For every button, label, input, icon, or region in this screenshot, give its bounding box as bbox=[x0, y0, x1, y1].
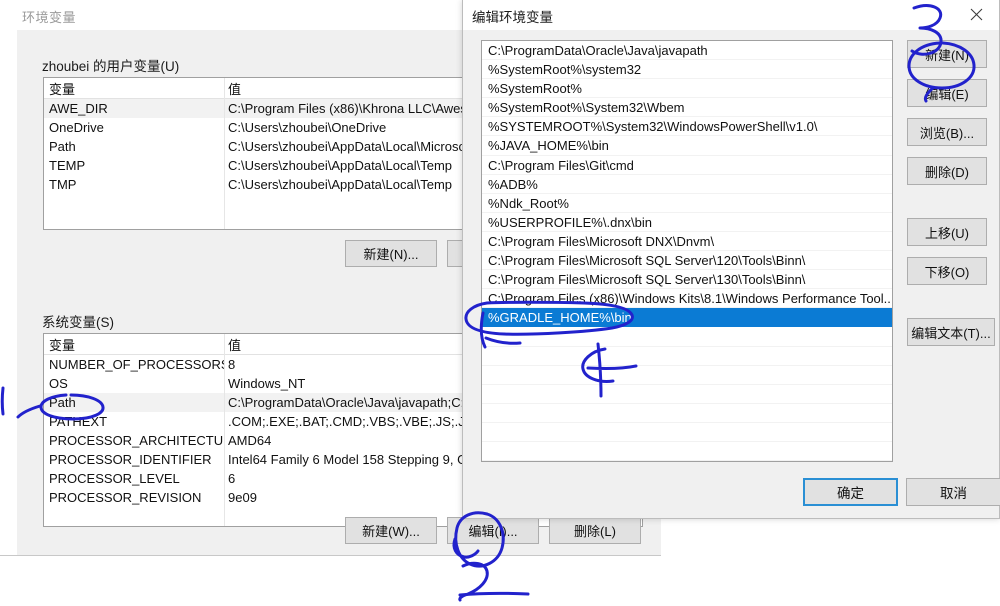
list-item[interactable]: C:\Program Files\Microsoft SQL Server\13… bbox=[482, 270, 892, 290]
list-item[interactable]: C:\Program Files\Git\cmd bbox=[482, 156, 892, 175]
system-variables-label: 系统变量(S) bbox=[42, 315, 114, 330]
list-item[interactable]: C:\Program Files (x86)\Windows Kits\8.1\… bbox=[482, 289, 892, 309]
edit-environment-variable-dialog: 编辑环境变量 C:\ProgramData\Oracle\Java\javapa… bbox=[462, 0, 1000, 519]
move-up-button[interactable]: 上移(U) bbox=[907, 218, 987, 246]
move-down-button[interactable]: 下移(O) bbox=[907, 257, 987, 285]
list-item[interactable]: %USERPROFILE%\.dnx\bin bbox=[482, 213, 892, 232]
close-icon[interactable] bbox=[954, 0, 999, 29]
list-item-empty[interactable] bbox=[482, 423, 892, 442]
user-variables-label: zhoubei 的用户变量(U) bbox=[42, 59, 180, 74]
column-divider bbox=[224, 78, 225, 229]
variable-name: TMP bbox=[49, 177, 77, 192]
cancel-button[interactable]: 取消 bbox=[906, 478, 1000, 506]
list-item-empty[interactable] bbox=[482, 404, 892, 423]
variable-name: Path bbox=[49, 395, 76, 410]
system-edit-button[interactable]: 编辑(I)... bbox=[447, 517, 539, 544]
list-item-empty[interactable] bbox=[482, 461, 892, 462]
variable-name: TEMP bbox=[49, 158, 86, 173]
user-col-name: 变量 bbox=[49, 81, 76, 97]
list-item[interactable]: %SystemRoot%\system32 bbox=[482, 60, 892, 80]
list-item-empty[interactable] bbox=[482, 442, 892, 461]
list-item[interactable]: C:\ProgramData\Oracle\Java\javapath bbox=[482, 41, 892, 61]
list-item[interactable]: %ADB% bbox=[482, 175, 892, 194]
variable-name: OS bbox=[49, 376, 68, 391]
variable-name: PROCESSOR_REVISION bbox=[49, 490, 202, 505]
variable-name: Path bbox=[49, 139, 76, 154]
variable-name: PROCESSOR_LEVEL bbox=[49, 471, 180, 486]
new-button[interactable]: 新建(N) bbox=[907, 40, 987, 68]
variable-name: PATHEXT bbox=[49, 414, 108, 429]
ink-numeral-2 bbox=[458, 561, 489, 602]
list-item-empty[interactable] bbox=[482, 327, 892, 347]
edit-dialog-titlebar: 编辑环境变量 bbox=[463, 0, 999, 30]
list-item[interactable]: %JAVA_HOME%\bin bbox=[482, 136, 892, 156]
browse-button[interactable]: 浏览(B)... bbox=[907, 118, 987, 146]
user-new-button[interactable]: 新建(N)... bbox=[345, 240, 437, 267]
variable-name: PROCESSOR_IDENTIFIER bbox=[49, 452, 212, 467]
list-item[interactable]: %SYSTEMROOT%\System32\WindowsPowerShell\… bbox=[482, 117, 892, 137]
list-item-empty[interactable] bbox=[482, 385, 892, 404]
page-title: 环境变量 bbox=[22, 10, 77, 25]
system-col-name: 变量 bbox=[49, 337, 76, 353]
ok-button[interactable]: 确定 bbox=[803, 478, 898, 506]
edit-text-button[interactable]: 编辑文本(T)... bbox=[907, 318, 995, 346]
variable-name: OneDrive bbox=[49, 120, 104, 135]
list-item-empty[interactable] bbox=[482, 366, 892, 385]
system-delete-button[interactable]: 删除(L) bbox=[549, 517, 641, 544]
ink-numeral-2-base bbox=[458, 591, 530, 597]
variable-name: AWE_DIR bbox=[49, 101, 108, 116]
list-item-selected[interactable]: %GRADLE_HOME%\bin bbox=[482, 308, 892, 328]
delete-button[interactable]: 删除(D) bbox=[907, 157, 987, 185]
list-item[interactable]: %SystemRoot% bbox=[482, 79, 892, 99]
system-new-button[interactable]: 新建(W)... bbox=[345, 517, 437, 544]
variable-name: NUMBER_OF_PROCESSORS bbox=[49, 357, 224, 372]
list-item[interactable]: %SystemRoot%\System32\Wbem bbox=[482, 98, 892, 118]
list-item-empty[interactable] bbox=[482, 347, 892, 366]
column-divider bbox=[224, 334, 225, 526]
list-item[interactable]: C:\Program Files\Microsoft DNX\Dnvm\ bbox=[482, 232, 892, 252]
path-entries-list[interactable]: C:\ProgramData\Oracle\Java\javapath %Syst… bbox=[481, 40, 893, 462]
list-item[interactable]: %Ndk_Root% bbox=[482, 194, 892, 213]
edit-button[interactable]: 编辑(E) bbox=[907, 79, 987, 107]
list-item[interactable]: C:\Program Files\Microsoft SQL Server\12… bbox=[482, 251, 892, 271]
edit-dialog-title: 编辑环境变量 bbox=[472, 10, 553, 25]
screen: 环境变量 zhoubei 的用户变量(U) 变量 值 AWE_DIR C:\Pro… bbox=[0, 0, 1000, 606]
variable-name: PROCESSOR_ARCHITECTURE bbox=[49, 433, 224, 448]
